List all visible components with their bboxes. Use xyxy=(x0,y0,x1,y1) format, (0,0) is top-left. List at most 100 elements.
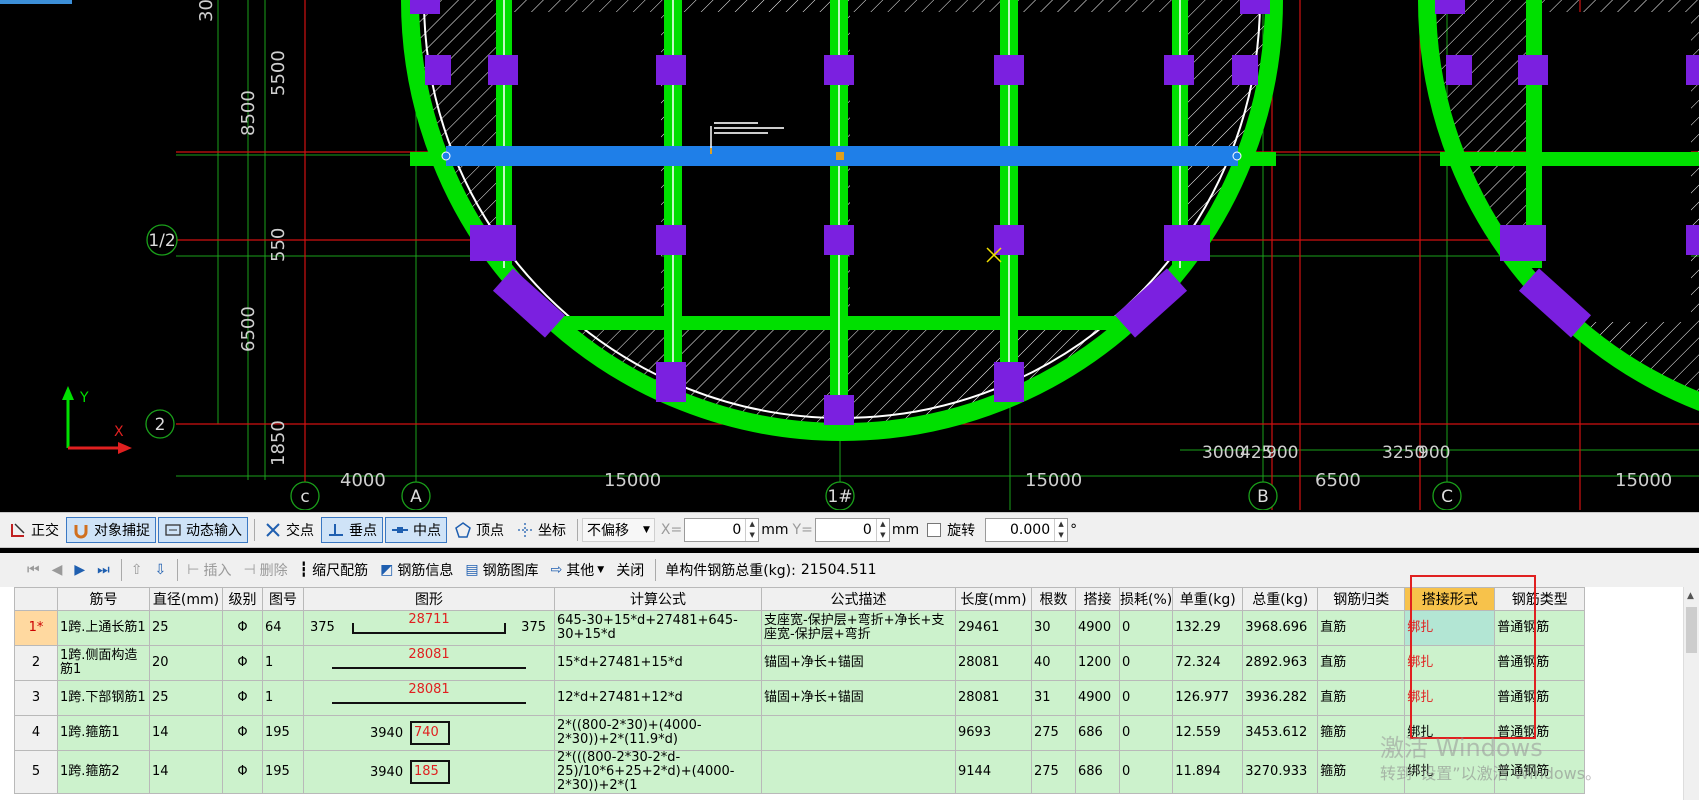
cell-unit-weight[interactable]: 72.324 xyxy=(1172,645,1244,681)
cell-lap-type[interactable]: 绑扎 xyxy=(1404,610,1496,646)
cell-unit-weight[interactable]: 11.894 xyxy=(1172,750,1244,794)
offset-mode-select[interactable]: 不偏移 ▼ xyxy=(582,518,655,542)
cell-length[interactable]: 28081 xyxy=(955,680,1032,716)
first-record-button[interactable]: ⏮ xyxy=(22,557,45,583)
cell-formula[interactable]: 645-30+15*d+27481+645-30+15*d xyxy=(554,610,762,646)
cell-lap-type[interactable]: 绑扎 xyxy=(1404,645,1496,681)
cell-formula-desc[interactable] xyxy=(761,750,956,794)
cell-count[interactable]: 40 xyxy=(1031,645,1076,681)
cell-bar-id[interactable]: 1跨.下部钢筋1 xyxy=(57,680,150,716)
cell-length[interactable]: 9144 xyxy=(955,750,1032,794)
rebar-library-button[interactable]: ▤ 钢筋图库 xyxy=(460,557,543,583)
beam-grip-end[interactable] xyxy=(1232,151,1242,161)
move-up-button[interactable]: ⇧ xyxy=(126,557,148,583)
cad-drawing-svg[interactable]: 30 5500 8500 550 6500 1850 4000 15000 15… xyxy=(0,0,1699,510)
delete-button[interactable]: ⊣ 删除 xyxy=(238,557,292,583)
y-coord-input[interactable] xyxy=(815,522,876,538)
dynamic-input-button[interactable]: 动态输入 xyxy=(158,517,248,543)
vertex-snap-button[interactable]: 顶点 xyxy=(449,517,509,543)
spin-arrows-icon[interactable]: ▲ ▼ xyxy=(1054,519,1067,541)
cell-grade[interactable]: Φ xyxy=(222,680,263,716)
x-coord-input[interactable] xyxy=(685,522,746,538)
cell-loss[interactable]: 0 xyxy=(1118,715,1174,751)
cell-lap-type[interactable]: 绑扎 xyxy=(1404,715,1496,751)
row-number-cell[interactable]: 4 xyxy=(14,715,58,751)
cell-grade[interactable]: Φ xyxy=(222,750,263,794)
cell-figure-no[interactable]: 64 xyxy=(262,610,304,646)
cell-shape[interactable]: 3940 740 xyxy=(303,715,555,751)
insert-button[interactable]: ⊢ 插入 xyxy=(182,557,236,583)
cell-count[interactable]: 30 xyxy=(1031,610,1076,646)
header-formula[interactable]: 计算公式 xyxy=(554,587,762,611)
midpoint-snap-button[interactable]: 中点 xyxy=(385,517,447,543)
cell-total-weight[interactable]: 2892.963 xyxy=(1242,645,1319,681)
table-row[interactable]: 4 1跨.箍筋1 14 Φ 195 3940 740 2*((800-2*30)+(4000-… xyxy=(14,715,1586,751)
intersection-snap-button[interactable]: 交点 xyxy=(259,517,319,543)
cell-bar-id[interactable]: 1跨.上通长筋1 xyxy=(57,610,150,646)
prev-record-button[interactable]: ◀ xyxy=(47,557,68,583)
cell-total-weight[interactable]: 3270.933 xyxy=(1242,750,1319,794)
cell-rebar-type[interactable]: 普通钢筋 xyxy=(1494,645,1586,681)
rotate-input[interactable] xyxy=(986,522,1055,538)
cell-formula-desc[interactable]: 支座宽-保护层+弯折+净长+支座宽-保护层+弯折 xyxy=(761,610,956,646)
cell-diameter[interactable]: 14 xyxy=(149,750,223,794)
cell-total-weight[interactable]: 3453.612 xyxy=(1242,715,1319,751)
cell-formula-desc[interactable] xyxy=(761,715,956,751)
cell-unit-weight[interactable]: 126.977 xyxy=(1172,680,1244,716)
perpendicular-snap-button[interactable]: 垂点 xyxy=(321,517,383,543)
ortho-button[interactable]: 正交 xyxy=(4,517,64,543)
cell-unit-weight[interactable]: 132.29 xyxy=(1172,610,1244,646)
cell-total-weight[interactable]: 3936.282 xyxy=(1242,680,1319,716)
x-coord-stepper[interactable]: ▲▼ xyxy=(684,518,760,542)
header-unit-weight[interactable]: 单重(kg) xyxy=(1172,587,1244,611)
cell-formula[interactable]: 12*d+27481+12*d xyxy=(554,680,762,716)
table-row[interactable]: 3 1跨.下部钢筋1 25 Φ 1 28081 12*d+27481+12*d 锚固+净长+锚… xyxy=(14,680,1586,716)
cell-lap[interactable]: 686 xyxy=(1075,750,1120,794)
cell-count[interactable]: 31 xyxy=(1031,680,1076,716)
cell-total-weight[interactable]: 3968.696 xyxy=(1242,610,1319,646)
header-shape[interactable]: 图形 xyxy=(303,587,555,611)
header-grade[interactable]: 级别 xyxy=(222,587,263,611)
cad-drawing-canvas[interactable]: 30 5500 8500 550 6500 1850 4000 15000 15… xyxy=(0,0,1699,510)
cell-bar-id[interactable]: 1跨.侧面构造筋1 xyxy=(57,645,150,681)
cell-formula[interactable]: 2*((800-2*30)+(4000-2*30))+2*(11.9*d) xyxy=(554,715,762,751)
spin-arrows-icon[interactable]: ▲ ▼ xyxy=(875,519,889,541)
cell-formula[interactable]: 2*(((800-2*30-2*d-25)/10*6+25+2*d)+(4000… xyxy=(554,750,762,794)
other-menu-button[interactable]: ⇨ 其他 ▼ xyxy=(546,557,610,583)
scrollbar-thumb[interactable] xyxy=(1686,607,1697,653)
rebar-info-button[interactable]: ◩ 钢筋信息 xyxy=(375,557,458,583)
header-length[interactable]: 长度(mm) xyxy=(955,587,1032,611)
header-count[interactable]: 根数 xyxy=(1031,587,1076,611)
cell-category[interactable]: 直筋 xyxy=(1317,610,1406,646)
scroll-up-icon[interactable]: ▲ xyxy=(1687,591,1694,601)
cell-lap[interactable]: 4900 xyxy=(1075,610,1120,646)
coordinate-snap-button[interactable]: 坐标 xyxy=(511,517,571,543)
cell-count[interactable]: 275 xyxy=(1031,715,1076,751)
cell-bar-id[interactable]: 1跨.箍筋2 xyxy=(57,750,150,794)
cell-figure-no[interactable]: 195 xyxy=(262,750,304,794)
header-rebar-type[interactable]: 钢筋类型 xyxy=(1494,587,1586,611)
scale-rebar-button[interactable]: ┇ 缩尺配筋 xyxy=(295,557,373,583)
close-button[interactable]: 关闭 xyxy=(611,557,649,583)
cell-lap-type[interactable]: 绑扎 xyxy=(1404,750,1496,794)
cell-shape[interactable]: 28081 xyxy=(303,645,555,681)
cell-lap[interactable]: 1200 xyxy=(1075,645,1120,681)
cell-rebar-type[interactable]: 普通钢筋 xyxy=(1494,750,1586,794)
cell-loss[interactable]: 0 xyxy=(1118,750,1174,794)
cell-rebar-type[interactable]: 普通钢筋 xyxy=(1494,680,1586,716)
cell-lap[interactable]: 686 xyxy=(1075,715,1120,751)
cell-formula[interactable]: 15*d+27481+15*d xyxy=(554,645,762,681)
cell-length[interactable]: 9693 xyxy=(955,715,1032,751)
cell-shape[interactable]: 28711 375 375 xyxy=(303,610,555,646)
cell-shape[interactable]: 28081 xyxy=(303,680,555,716)
spin-arrows-icon[interactable]: ▲ ▼ xyxy=(745,519,758,541)
next-record-button[interactable]: ▶ xyxy=(69,557,90,583)
y-coord-stepper[interactable]: ▲▼ xyxy=(814,518,890,542)
cell-loss[interactable]: 0 xyxy=(1118,610,1174,646)
cell-loss[interactable]: 0 xyxy=(1118,680,1174,716)
object-snap-button[interactable]: 对象捕捉 xyxy=(66,517,156,543)
beam-grip-mid[interactable] xyxy=(836,152,844,160)
move-down-button[interactable]: ⇩ xyxy=(150,557,172,583)
beam-grip-start[interactable] xyxy=(441,151,451,161)
cell-grade[interactable]: Φ xyxy=(222,610,263,646)
